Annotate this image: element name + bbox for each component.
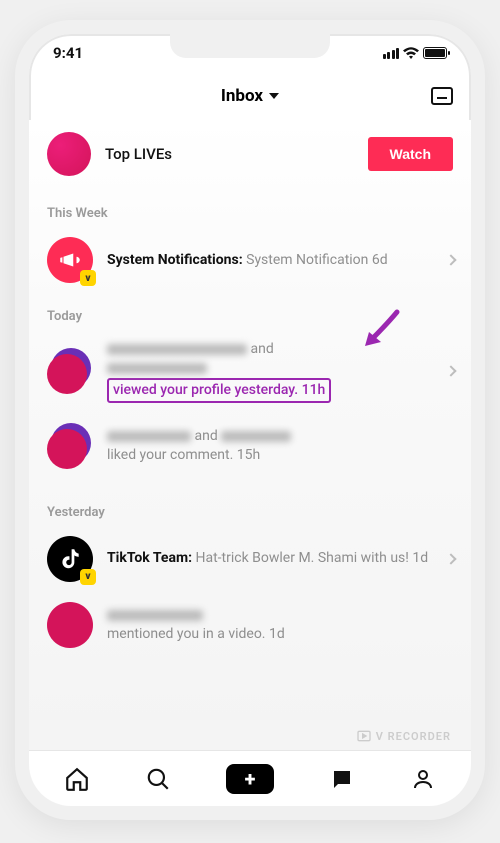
live-avatar — [47, 132, 91, 176]
chevron-right-icon — [445, 553, 456, 564]
page-title: Inbox — [221, 86, 263, 106]
notification-text: and viewed your profile yesterday. 11h — [107, 340, 433, 403]
clock: 9:41 — [53, 44, 83, 62]
battery-icon — [423, 47, 447, 59]
inbox-header: Inbox — [29, 72, 471, 120]
notification-tiktok-team[interactable]: v TikTok Team: Hat-trick Bowler M. Shami… — [29, 526, 471, 592]
notification-liked-comment[interactable]: and liked your comment. 15h — [29, 413, 471, 479]
device-notch — [170, 34, 330, 58]
stacked-avatars — [47, 423, 93, 469]
phone-frame: 9:41 Inbox Top LIVEs Watch This Week v S — [15, 20, 485, 820]
plus-icon: + — [245, 769, 256, 789]
chevron-right-icon — [445, 366, 456, 377]
cellular-signal-icon — [383, 48, 400, 59]
discover-tab[interactable] — [145, 766, 171, 792]
notification-list[interactable]: Top LIVEs Watch This Week v System Notif… — [29, 120, 471, 750]
highlighted-action: viewed your profile yesterday. 11h — [107, 378, 331, 403]
notification-mention[interactable]: mentioned you in a video. 1d — [29, 592, 471, 658]
bottom-tab-bar: + — [29, 750, 471, 806]
stacked-avatars — [47, 348, 93, 394]
create-button[interactable]: + — [226, 764, 274, 794]
megaphone-icon: v — [47, 237, 93, 283]
wifi-icon — [403, 47, 419, 59]
tiktok-logo-icon: v — [47, 536, 93, 582]
notification-system[interactable]: v System Notifications: System Notificat… — [29, 227, 471, 293]
inbox-title-dropdown[interactable]: Inbox — [221, 86, 279, 106]
chevron-right-icon — [445, 254, 456, 265]
notification-text: and liked your comment. 15h — [107, 427, 459, 465]
chevron-down-icon — [269, 93, 279, 99]
notification-text: System Notifications: System Notificatio… — [107, 251, 433, 270]
home-tab[interactable] — [64, 766, 90, 792]
section-yesterday: Yesterday — [29, 499, 471, 526]
watch-button[interactable]: Watch — [368, 137, 453, 171]
notification-text: TikTok Team: Hat-trick Bowler M. Shami w… — [107, 549, 433, 568]
section-this-week: This Week — [29, 200, 471, 227]
top-lives-row[interactable]: Top LIVEs Watch — [29, 120, 471, 200]
profile-tab[interactable] — [410, 766, 436, 792]
verified-badge: v — [80, 569, 96, 585]
live-title: Top LIVEs — [105, 145, 354, 163]
dm-inbox-icon[interactable] — [431, 87, 453, 105]
section-today: Today — [29, 303, 471, 330]
verified-badge: v — [80, 270, 96, 286]
user-avatar — [47, 602, 93, 648]
inbox-tab[interactable] — [329, 766, 355, 792]
notification-profile-view[interactable]: and viewed your profile yesterday. 11h — [29, 330, 471, 413]
notification-text: mentioned you in a video. 1d — [107, 606, 459, 644]
